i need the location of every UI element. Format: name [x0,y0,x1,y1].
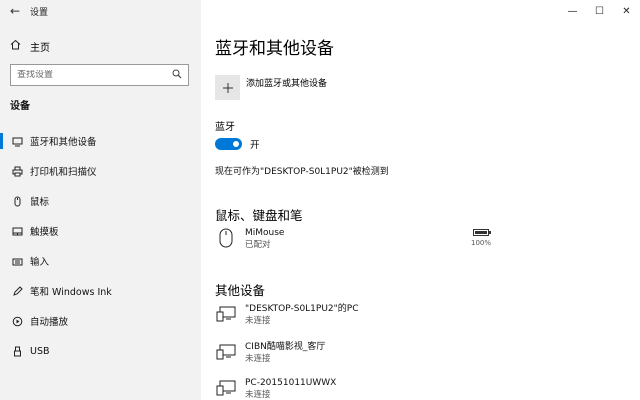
sidebar-item-label: 鼠标 [30,197,50,208]
search-icon[interactable] [172,69,182,82]
bluetooth-toggle[interactable] [215,138,242,150]
page-title: 蓝牙和其他设备 [215,39,334,59]
search-box[interactable] [10,64,189,86]
back-arrow-icon[interactable]: ← [0,0,30,22]
sidebar-nav: 蓝牙和其他设备 打印机和扫描仪 鼠标 触摸板 输入 笔和 Windows Ink… [0,126,201,366]
media-device-icon [215,303,237,325]
sidebar-item-usb[interactable]: USB [0,336,201,366]
sidebar-item-label: 打印机和扫描仪 [30,167,97,178]
sidebar-item-printers[interactable]: 打印机和扫描仪 [0,156,201,186]
home-icon [10,39,24,53]
sidebar: ← 设置 主页 设备 蓝牙和其他设备 打印机和扫描仪 [0,0,201,400]
bluetooth-toggle-row: 开 [215,137,260,151]
touchpad-icon [10,224,24,238]
bluetooth-label: 蓝牙 [215,122,235,133]
device-item-cibn[interactable]: CIBN酷喵影视_客厅 未连接 [215,341,635,365]
mouse-keyboard-pen-heading: 鼠标、键盘和笔 [215,208,303,223]
usb-icon [10,344,24,358]
sidebar-item-bluetooth[interactable]: 蓝牙和其他设备 [0,126,201,156]
battery-indicator: 100% [471,229,491,247]
discoverable-text: 现在可作为"DESKTOP-S0L1PU2"被检测到 [215,167,389,177]
add-device-button[interactable] [215,75,240,100]
other-devices-heading: 其他设备 [215,283,266,298]
app-title: 设置 [30,7,49,18]
device-info: "DESKTOP-S0L1PU2"的PC 未连接 [245,303,359,327]
printer-icon [10,164,24,178]
mouse-icon [215,227,237,249]
battery-fill [475,231,487,234]
sidebar-item-pen[interactable]: 笔和 Windows Ink [0,276,201,306]
add-device-label[interactable]: 添加蓝牙或其他设备 [246,76,327,89]
device-name: "DESKTOP-S0L1PU2"的PC [245,304,359,314]
sidebar-item-label: 自动播放 [30,317,69,328]
sidebar-item-label: 输入 [30,257,50,268]
bluetooth-icon [10,134,24,148]
device-status: 已配对 [245,240,271,250]
device-name: PC-20151011UWWX [245,378,337,388]
device-info: CIBN酷喵影视_客厅 未连接 [245,341,325,365]
toggle-knob [233,141,239,147]
battery-percent: 100% [471,239,492,247]
home-label: 主页 [30,42,50,54]
device-name: MiMouse [245,228,285,238]
device-status: 未连接 [245,390,271,400]
search-input[interactable] [17,70,172,80]
device-status: 未连接 [245,316,271,326]
main-content: 蓝牙和其他设备 添加蓝牙或其他设备 蓝牙 开 现在可作为"DESKTOP-S0L… [201,0,640,400]
home-link[interactable]: 主页 [10,37,50,55]
bluetooth-state: 开 [250,140,260,151]
sidebar-item-label: 触摸板 [30,227,59,238]
device-info: PC-20151011UWWX 未连接 [245,377,336,400]
battery-icon [473,229,491,236]
sidebar-item-label: USB [30,345,50,357]
mouse-icon [10,194,24,208]
device-info: MiMouse 已配对 [245,227,284,251]
media-device-icon [215,341,237,363]
sidebar-item-label: 蓝牙和其他设备 [30,137,97,148]
device-item-mimouse[interactable]: MiMouse 已配对 [215,227,635,251]
device-status: 未连接 [245,354,271,364]
add-device-row[interactable]: 添加蓝牙或其他设备 [215,75,327,100]
device-item-pc[interactable]: "DESKTOP-S0L1PU2"的PC 未连接 [215,303,635,327]
sidebar-item-touchpad[interactable]: 触摸板 [0,216,201,246]
sidebar-item-autoplay[interactable]: 自动播放 [0,306,201,336]
sidebar-item-typing[interactable]: 输入 [0,246,201,276]
section-label: 设备 [10,101,30,112]
device-name: CIBN酷喵影视_客厅 [245,342,326,352]
device-item-pc2[interactable]: PC-20151011UWWX 未连接 [215,377,635,400]
pen-icon [10,284,24,298]
plus-icon [222,82,233,93]
media-device-icon [215,377,237,399]
sidebar-item-label: 笔和 Windows Ink [30,287,112,298]
autoplay-icon [10,314,24,328]
window-title-bar: ← 设置 [0,0,201,22]
keyboard-icon [10,254,24,268]
sidebar-item-mouse[interactable]: 鼠标 [0,186,201,216]
